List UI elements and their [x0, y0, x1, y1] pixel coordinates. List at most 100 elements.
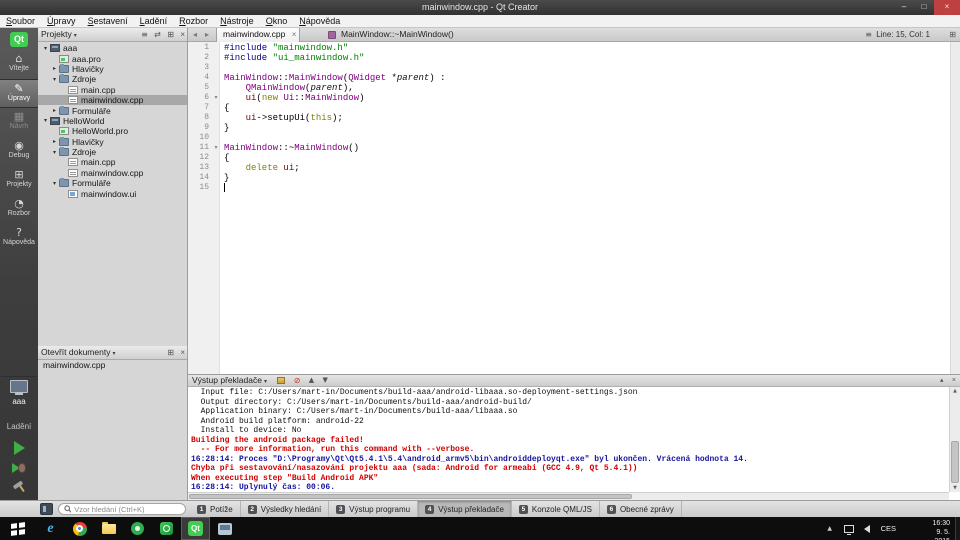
mode-navrh[interactable]: ▦Návrh: [0, 108, 38, 137]
close-button[interactable]: ×: [934, 0, 960, 15]
tree-item-hlavicky[interactable]: ▸Hlavičky: [38, 137, 187, 147]
tree-item-main-cpp[interactable]: main.cpp: [38, 157, 187, 167]
scroll-up-icon[interactable]: ▲: [309, 375, 314, 386]
tree-item-zdroje[interactable]: ▾Zdroje: [38, 74, 187, 84]
code-line[interactable]: 15: [188, 183, 950, 193]
cancel-build-icon[interactable]: ⊘: [294, 375, 301, 386]
mode-projekty[interactable]: ⊞Projekty: [0, 166, 38, 195]
tree-item-formulare[interactable]: ▾Formuláře: [38, 178, 187, 188]
code-line[interactable]: 6▾ ui(new Ui::MainWindow): [188, 93, 950, 103]
green-app-icon-2[interactable]: [152, 517, 181, 540]
code-line[interactable]: 1#include "mainwindow.h": [188, 43, 950, 53]
menu-item-rozbor[interactable]: Rozbor: [173, 15, 214, 27]
menu-item-sestaveni[interactable]: Sestavení: [82, 15, 134, 27]
expander-icon[interactable]: ▾: [50, 180, 59, 187]
maximize-button[interactable]: □: [914, 0, 934, 15]
split-icon[interactable]: ⊞: [167, 28, 174, 41]
fold-marker-icon[interactable]: ▾: [211, 143, 221, 153]
code-editor[interactable]: 1#include "mainwindow.h"2#include "ui_ma…: [188, 42, 960, 374]
output-pane-button-konzole-qml-js[interactable]: 5Konzole QML/JS: [512, 501, 600, 517]
internet-explorer-icon[interactable]: e: [36, 517, 65, 540]
output-hscrollbar[interactable]: [188, 492, 949, 500]
menu-item-okno[interactable]: Okno: [260, 15, 294, 27]
close-pane-icon[interactable]: ×: [952, 375, 956, 386]
start-button[interactable]: [0, 517, 36, 540]
code-line[interactable]: 7{: [188, 103, 950, 113]
clear-output-icon[interactable]: [277, 377, 285, 384]
output-pane-button-potize[interactable]: 1Potíže: [190, 501, 241, 517]
chevron-down-icon[interactable]: ▾: [264, 378, 267, 385]
menu-item-ladeni[interactable]: Ladění: [134, 15, 174, 27]
tree-item-aaa[interactable]: ▾aaa: [38, 43, 187, 53]
code-line[interactable]: 2#include "ui_mainwindow.h": [188, 53, 950, 63]
tray-expand-icon[interactable]: ▲: [827, 525, 832, 532]
tree-item-aaa-pro[interactable]: aaa.pro: [38, 53, 187, 63]
split-icon[interactable]: ⊞: [167, 346, 174, 359]
volume-icon[interactable]: [864, 525, 870, 533]
forward-icon[interactable]: ▸: [201, 28, 213, 41]
tree-item-helloworld-pro[interactable]: HelloWorld.pro: [38, 126, 187, 136]
projects-panel-title[interactable]: Projekty: [41, 29, 72, 39]
tree-item-zdroje[interactable]: ▾Zdroje: [38, 147, 187, 157]
language-indicator[interactable]: CES: [881, 517, 896, 540]
back-icon[interactable]: ◂: [189, 28, 201, 41]
open-document-item[interactable]: mainwindow.cpp: [38, 360, 187, 371]
tree-item-formulare[interactable]: ▸Formuláře: [38, 105, 187, 115]
sync-with-editor-icon[interactable]: ⇄: [154, 28, 161, 41]
mode-upravy[interactable]: ✎Úpravy: [0, 79, 38, 108]
close-panel-icon[interactable]: ×: [180, 346, 185, 359]
editor-menu-icon[interactable]: ≡: [865, 28, 872, 41]
tree-item-main-cpp[interactable]: main.cpp: [38, 85, 187, 95]
close-panel-icon[interactable]: ×: [180, 28, 185, 41]
fold-marker-icon[interactable]: ▾: [211, 93, 221, 103]
scrollbar-thumb[interactable]: [951, 441, 959, 483]
chevron-down-icon[interactable]: ▾: [112, 350, 115, 357]
clock[interactable]: 16:30 9. 5. 2015: [932, 519, 950, 540]
sidebar-toggle-icon[interactable]: [40, 503, 53, 515]
build-button[interactable]: [0, 478, 38, 498]
scrollbar-thumb[interactable]: [189, 494, 632, 499]
app-window-icon[interactable]: [210, 517, 239, 540]
output-pane-button-vystup-prekladace[interactable]: 4Výstup překladače: [418, 501, 512, 517]
code-line[interactable]: 11▾MainWindow::~MainWindow(): [188, 143, 950, 153]
code-line[interactable]: 3: [188, 63, 950, 73]
tree-item-mainwindow-cpp[interactable]: mainwindow.cpp: [38, 95, 187, 105]
mode-napoveda[interactable]: ?Nápověda: [0, 224, 38, 253]
tree-item-mainwindow-cpp[interactable]: mainwindow.cpp: [38, 168, 187, 178]
mode-vitejte[interactable]: ⌂Vítejte: [0, 50, 38, 79]
code-line[interactable]: 5 QMainWindow(parent),: [188, 83, 950, 93]
code-line[interactable]: 10: [188, 133, 950, 143]
tree-item-hlavicky[interactable]: ▸Hlavičky: [38, 64, 187, 74]
code-line[interactable]: 14}: [188, 173, 950, 183]
kit-selector-button[interactable]: aaa: [1, 376, 37, 412]
editor-scrollbar[interactable]: [950, 42, 960, 374]
open-documents-title[interactable]: Otevřít dokumenty: [41, 347, 110, 357]
collapse-pane-icon[interactable]: ▴: [940, 375, 944, 386]
show-desktop-button[interactable]: [955, 517, 960, 540]
chrome-icon[interactable]: [65, 517, 94, 540]
network-icon[interactable]: [844, 525, 854, 533]
filter-icon[interactable]: ≡: [141, 28, 148, 41]
code-line[interactable]: 9}: [188, 123, 950, 133]
expander-icon[interactable]: ▸: [50, 65, 59, 72]
tree-item-mainwindow-ui[interactable]: mainwindow.ui: [38, 188, 187, 198]
expander-icon[interactable]: ▸: [50, 107, 59, 114]
expander-icon[interactable]: ▾: [41, 117, 50, 124]
code-line[interactable]: 8 ui->setupUi(this);: [188, 113, 950, 123]
output-pane-button-vysledky-hledani[interactable]: 2Výsledky hledání: [241, 501, 329, 517]
scrollbar-down-icon[interactable]: ▼: [950, 485, 960, 491]
editor-tab[interactable]: mainwindow.cpp ×: [216, 28, 300, 42]
menu-item-napoveda[interactable]: Nápověda: [293, 15, 346, 27]
code-line[interactable]: 12{: [188, 153, 950, 163]
expander-icon[interactable]: ▾: [41, 45, 50, 52]
chevron-down-icon[interactable]: ▾: [74, 32, 77, 39]
menu-item-soubor[interactable]: Soubor: [0, 15, 41, 27]
mode-debug[interactable]: ◉Debug: [0, 137, 38, 166]
menu-item-upravy[interactable]: Úpravy: [41, 15, 82, 27]
code-line[interactable]: 4MainWindow::MainWindow(QWidget *parent)…: [188, 73, 950, 83]
split-editor-icon[interactable]: ⊞: [949, 28, 956, 41]
expander-icon[interactable]: ▸: [50, 138, 59, 145]
scrollbar-up-icon[interactable]: ▲: [950, 388, 960, 394]
symbol-breadcrumb[interactable]: MainWindow::~MainWindow(): [341, 28, 454, 41]
output-pane-button-obecne-zpravy[interactable]: 6Obecné zprávy: [600, 501, 682, 517]
